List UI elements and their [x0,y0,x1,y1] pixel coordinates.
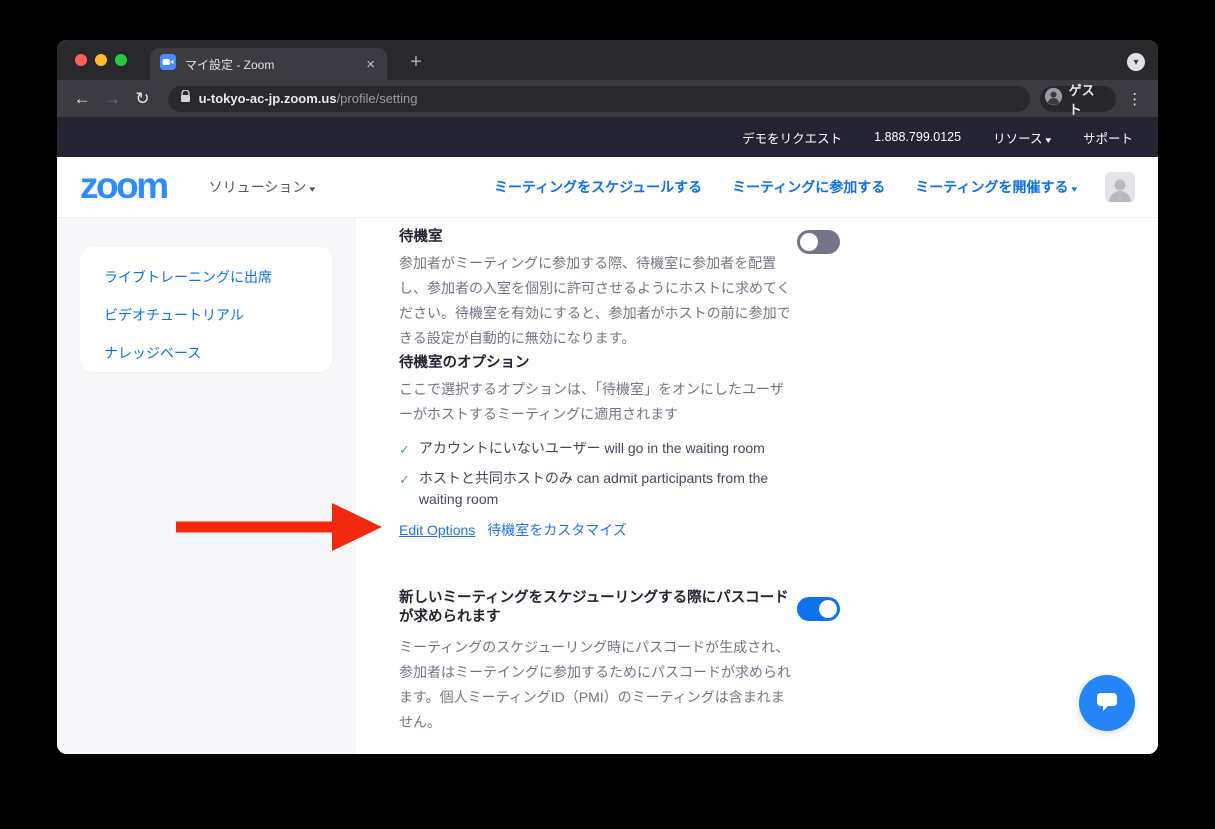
resources-menu[interactable]: リソース▾ [993,128,1051,147]
tab-close-icon[interactable]: × [364,56,377,73]
sidebar-link-video-tutorials[interactable]: ビデオチュートリアル [104,305,332,325]
schedule-meeting-link[interactable]: ミーティングをスケジュールする [494,177,702,197]
top-navy-bar: デモをリクエスト 1.888.799.0125 リソース▾ サポート [57,117,1158,157]
edit-options-link[interactable]: Edit Options [399,522,475,538]
toggle-knob [800,233,818,251]
profile-chip[interactable]: ゲスト [1040,86,1116,112]
request-demo-link[interactable]: デモをリクエスト [742,128,842,147]
close-window-button[interactable] [75,54,87,66]
tab-search-icon[interactable]: ▾ [1127,53,1145,71]
new-tab-button[interactable]: + [402,48,430,76]
options-links-row: Edit Options 待機室をカスタマイズ [399,520,627,540]
host-meeting-menu[interactable]: ミーティングを開催する▾ [915,177,1077,197]
tab-strip: マイ設定 - Zoom × + ▾ [57,40,1158,80]
header-nav: ミーティングをスケジュールする ミーティングに参加する ミーティングを開催する▾ [464,172,1135,202]
address-bar[interactable]: u-tokyo-ac-jp.zoom.us/profile/setting [168,86,1030,112]
site-header: zoom ソリューション▾ ミーティングをスケジュールする ミーティングに参加す… [57,157,1158,218]
minimize-window-button[interactable] [95,54,107,66]
tab-title: マイ設定 - Zoom [185,56,364,73]
support-link[interactable]: サポート [1083,128,1133,147]
waiting-room-title: 待機室 [399,228,443,247]
passcode-title: 新しいミーティングをスケジューリングする際にパスコードが求められます [399,589,793,627]
passcode-description: ミーティングのスケジューリング時にパスコードが生成され、参加者はミーテイングに参… [399,635,793,735]
url-text: u-tokyo-ac-jp.zoom.us/profile/setting [199,91,418,106]
forward-icon[interactable]: → [99,85,125,113]
chevron-down-icon: ▾ [310,184,316,195]
toggle-knob [819,600,837,618]
sidebar-card: ライブトレーニングに出席 ビデオチュートリアル ナレッジベース [80,247,332,372]
zoom-logo[interactable]: zoom [80,167,167,204]
lock-icon [180,90,191,108]
chevron-down-icon: ▾ [1072,184,1078,195]
profile-avatar[interactable] [1105,172,1135,202]
chat-bubble-icon [1094,689,1120,718]
passcode-toggle[interactable] [797,597,840,621]
back-icon[interactable]: ← [69,85,95,113]
option-item-text: ホストと共同ホストのみ can admit participants from … [419,468,787,510]
url-domain: u-tokyo-ac-jp.zoom.us [199,91,337,106]
window-controls [75,54,127,66]
guest-label: ゲスト [1069,80,1104,118]
waiting-room-toggle[interactable] [797,230,840,254]
page-content: ライブトレーニングに出席 ビデオチュートリアル ナレッジベース 待機室 参加者が… [57,218,1158,754]
sidebar-link-live-training[interactable]: ライブトレーニングに出席 [104,267,332,287]
phone-number: 1.888.799.0125 [874,130,961,144]
waiting-room-description: 参加者がミーティングに参加する際、待機室に参加者を配置し、参加者の入室を個別に許… [399,251,793,351]
zoom-favicon [160,54,176,75]
option-item: ✓ アカウントにいないユーザー will go in the waiting r… [399,438,809,460]
sidebar: ライブトレーニングに出席 ビデオチュートリアル ナレッジベース [57,218,356,754]
customize-waiting-room-link[interactable]: 待機室をカスタマイズ [487,520,627,540]
chat-fab-button[interactable] [1079,675,1135,731]
option-item-text: アカウントにいないユーザー will go in the waiting roo… [419,438,765,459]
url-path: /profile/setting [337,91,418,106]
settings-main: 待機室 参加者がミーティングに参加する際、待機室に参加者を配置し、参加者の入室を… [356,218,1158,754]
waiting-room-options-title: 待機室のオプション [399,354,530,373]
guest-avatar-icon [1044,87,1063,111]
reload-icon[interactable]: ↻ [129,85,155,113]
browser-toolbar: ← → ↻ u-tokyo-ac-jp.zoom.us/profile/sett… [57,80,1158,117]
chevron-down-icon: ▾ [1046,135,1052,146]
sidebar-link-knowledge-base[interactable]: ナレッジベース [104,343,332,363]
browser-menu-icon[interactable]: ⋮ [1124,87,1146,111]
browser-tab[interactable]: マイ設定 - Zoom × [150,48,387,80]
check-icon: ✓ [399,439,410,460]
browser-window: マイ設定 - Zoom × + ▾ ← → ↻ u-tokyo-ac-jp.zo… [57,40,1158,754]
join-meeting-link[interactable]: ミーティングに参加する [732,177,885,197]
red-annotation-arrow [176,501,382,553]
zoom-window-button[interactable] [115,54,127,66]
waiting-room-options-description: ここで選択するオプションは、「待機室」をオンにしたユーザーがホストするミーティン… [399,377,793,427]
check-icon: ✓ [399,469,410,490]
option-item: ✓ ホストと共同ホストのみ can admit participants fro… [399,468,787,510]
solutions-menu[interactable]: ソリューション▾ [209,177,315,197]
